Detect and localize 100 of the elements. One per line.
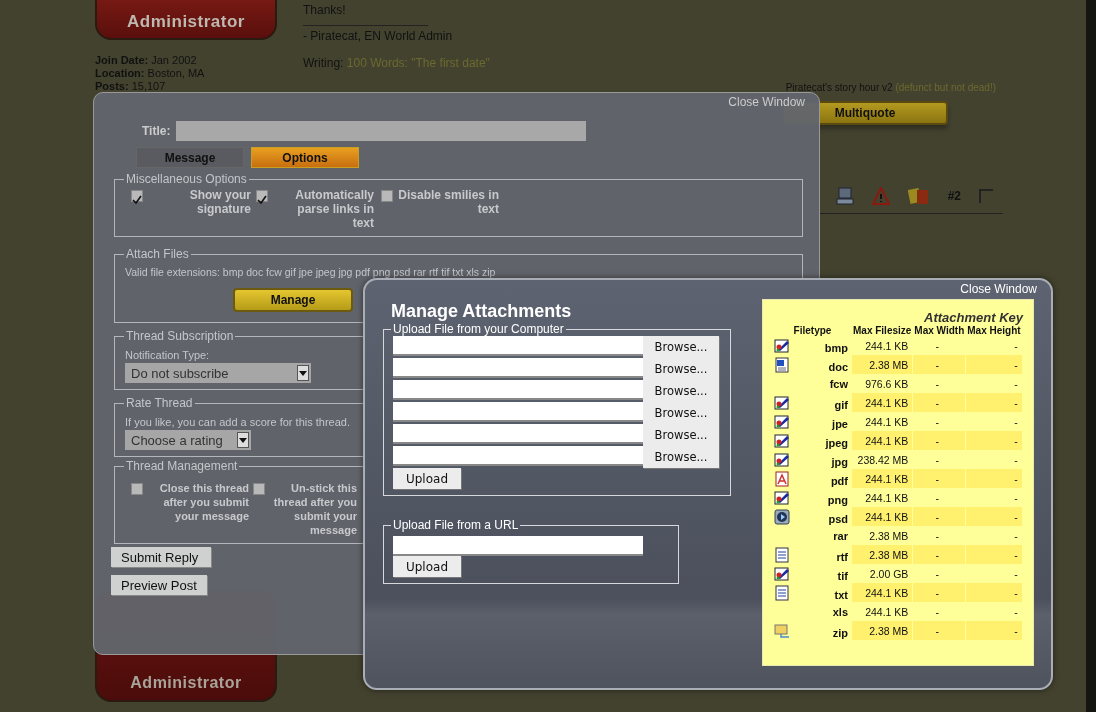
table-cell-text: - <box>1013 414 1019 430</box>
section-legend: Rate Thread <box>124 396 195 410</box>
rank-badge: Administrator <box>95 0 277 40</box>
table-cell-text: 244.1 KB <box>864 490 910 506</box>
rating-select[interactable]: Choose a rating <box>125 430 251 450</box>
table-cell-text: - <box>934 338 941 354</box>
manage-button[interactable]: Manage <box>233 288 353 312</box>
table-cell: 2.38 MB <box>852 621 913 640</box>
option-label: Show your signature <box>188 188 251 216</box>
file-field[interactable] <box>393 402 643 422</box>
notification-select[interactable]: Do not subscribe <box>125 363 311 383</box>
upload-button[interactable]: Upload <box>393 556 461 577</box>
close-window-link[interactable]: Close Window <box>960 282 1037 296</box>
image-file-icon <box>774 394 790 411</box>
browse-button[interactable]: Browse... <box>643 402 719 424</box>
tab[interactable]: Options <box>251 147 359 168</box>
title-label: Title: <box>142 124 171 138</box>
browse-button[interactable]: Browse... <box>643 380 719 402</box>
table-cell: - <box>966 621 1022 640</box>
url-field[interactable] <box>393 536 643 556</box>
section-legend: Miscellaneous Options <box>124 172 249 186</box>
table-cell: 244.1 KB <box>852 469 913 488</box>
checkbox[interactable] <box>381 190 393 202</box>
panel-title: Attachment Key <box>923 310 1025 325</box>
computer-icon <box>774 622 790 639</box>
image-file-icon <box>774 489 790 506</box>
computer-icon[interactable] <box>835 187 854 205</box>
table-cell: - <box>966 431 1022 450</box>
table-cell: - <box>966 583 1022 602</box>
table-cell: - <box>966 545 1022 564</box>
checkbox[interactable] <box>131 190 143 202</box>
filetype-label: bmp <box>824 341 848 354</box>
file-field[interactable] <box>393 424 643 444</box>
filetype-label: pdf <box>830 474 848 487</box>
column-header: Max Width <box>913 325 966 336</box>
checkbox[interactable] <box>256 190 268 202</box>
table-cell: - <box>966 507 1022 526</box>
table-cell: - <box>966 355 1022 374</box>
table-cell: 244.1 KB <box>852 583 913 602</box>
browse-button[interactable]: Browse... <box>643 358 719 380</box>
filetype-label: tif <box>837 569 848 582</box>
browse-button[interactable]: Browse... <box>643 446 719 468</box>
title-field[interactable] <box>176 121 587 141</box>
file-field[interactable] <box>393 446 643 466</box>
image-file-icon <box>774 337 790 354</box>
preview-button[interactable]: Preview Post <box>111 575 207 595</box>
checkbox[interactable] <box>131 483 143 495</box>
filetype-label: doc <box>828 360 848 373</box>
filetype-label: rtf <box>836 550 848 563</box>
browse-button[interactable]: Browse... <box>643 424 719 446</box>
table-cell-text: 2.38 MB <box>868 528 910 544</box>
column-header: Filetype <box>792 325 833 336</box>
table-cell-text: - <box>934 490 941 506</box>
file-field[interactable] <box>393 358 643 378</box>
table-cell-text: - <box>934 566 941 582</box>
table-cell-text: - <box>1013 338 1019 354</box>
browse-button[interactable]: Browse... <box>643 336 719 358</box>
table-cell-text: - <box>1013 528 1019 544</box>
section-legend: Upload File from a URL <box>391 518 521 532</box>
table-cell: - <box>913 507 966 526</box>
table-cell: - <box>913 621 966 640</box>
table-cell-text: 238.42 MB <box>856 452 910 468</box>
filetype-label: png <box>827 493 848 506</box>
table-cell-text: 244.1 KB <box>864 414 910 430</box>
image-file-icon <box>774 565 790 582</box>
media-file-icon <box>774 508 790 525</box>
submit-button[interactable]: Submit Reply <box>111 547 211 567</box>
warning-icon[interactable] <box>871 187 890 205</box>
filetype-label: jpe <box>832 417 848 430</box>
checkbox[interactable] <box>253 483 265 495</box>
file-field[interactable] <box>393 380 643 400</box>
table-cell: 244.1 KB <box>852 507 913 526</box>
section-legend: Thread Subscription <box>124 329 236 343</box>
table-cell-text: 244.1 KB <box>864 604 910 620</box>
file-field[interactable] <box>393 336 643 356</box>
image-file-icon <box>774 413 790 430</box>
dialog-title: Manage Attachments <box>391 301 573 322</box>
table-cell-text: - <box>934 452 941 468</box>
table-cell-text: - <box>1013 604 1019 620</box>
table-cell: - <box>913 545 966 564</box>
table-cell: - <box>913 393 966 412</box>
cards-icon[interactable] <box>907 187 930 205</box>
table-cell: - <box>913 355 966 374</box>
filetype-label: jpeg <box>825 436 848 449</box>
filetype-label: gif <box>834 398 848 411</box>
table-cell: 2.38 MB <box>852 355 913 374</box>
table-cell: - <box>913 469 966 488</box>
upload-button[interactable]: Upload <box>393 468 461 489</box>
filetype-label: txt <box>834 588 848 601</box>
table-cell-text: - <box>1013 376 1019 392</box>
section-legend: Upload File from your Computer <box>391 322 566 336</box>
filetype-label: xls <box>832 605 848 618</box>
table-cell: - <box>913 431 966 450</box>
table-cell: 244.1 KB <box>852 431 913 450</box>
image-file-icon <box>774 432 790 449</box>
extensions-text: Valid file extensions: bmp doc fcw gif jpe jpeg jpg pdf png psd rar rtf tif txt xls zip <box>125 266 496 278</box>
table-cell-text: - <box>1013 452 1019 468</box>
field-label: Notification Type: <box>125 349 210 361</box>
pdf-file-icon <box>774 470 790 487</box>
text-file-icon <box>774 546 790 563</box>
